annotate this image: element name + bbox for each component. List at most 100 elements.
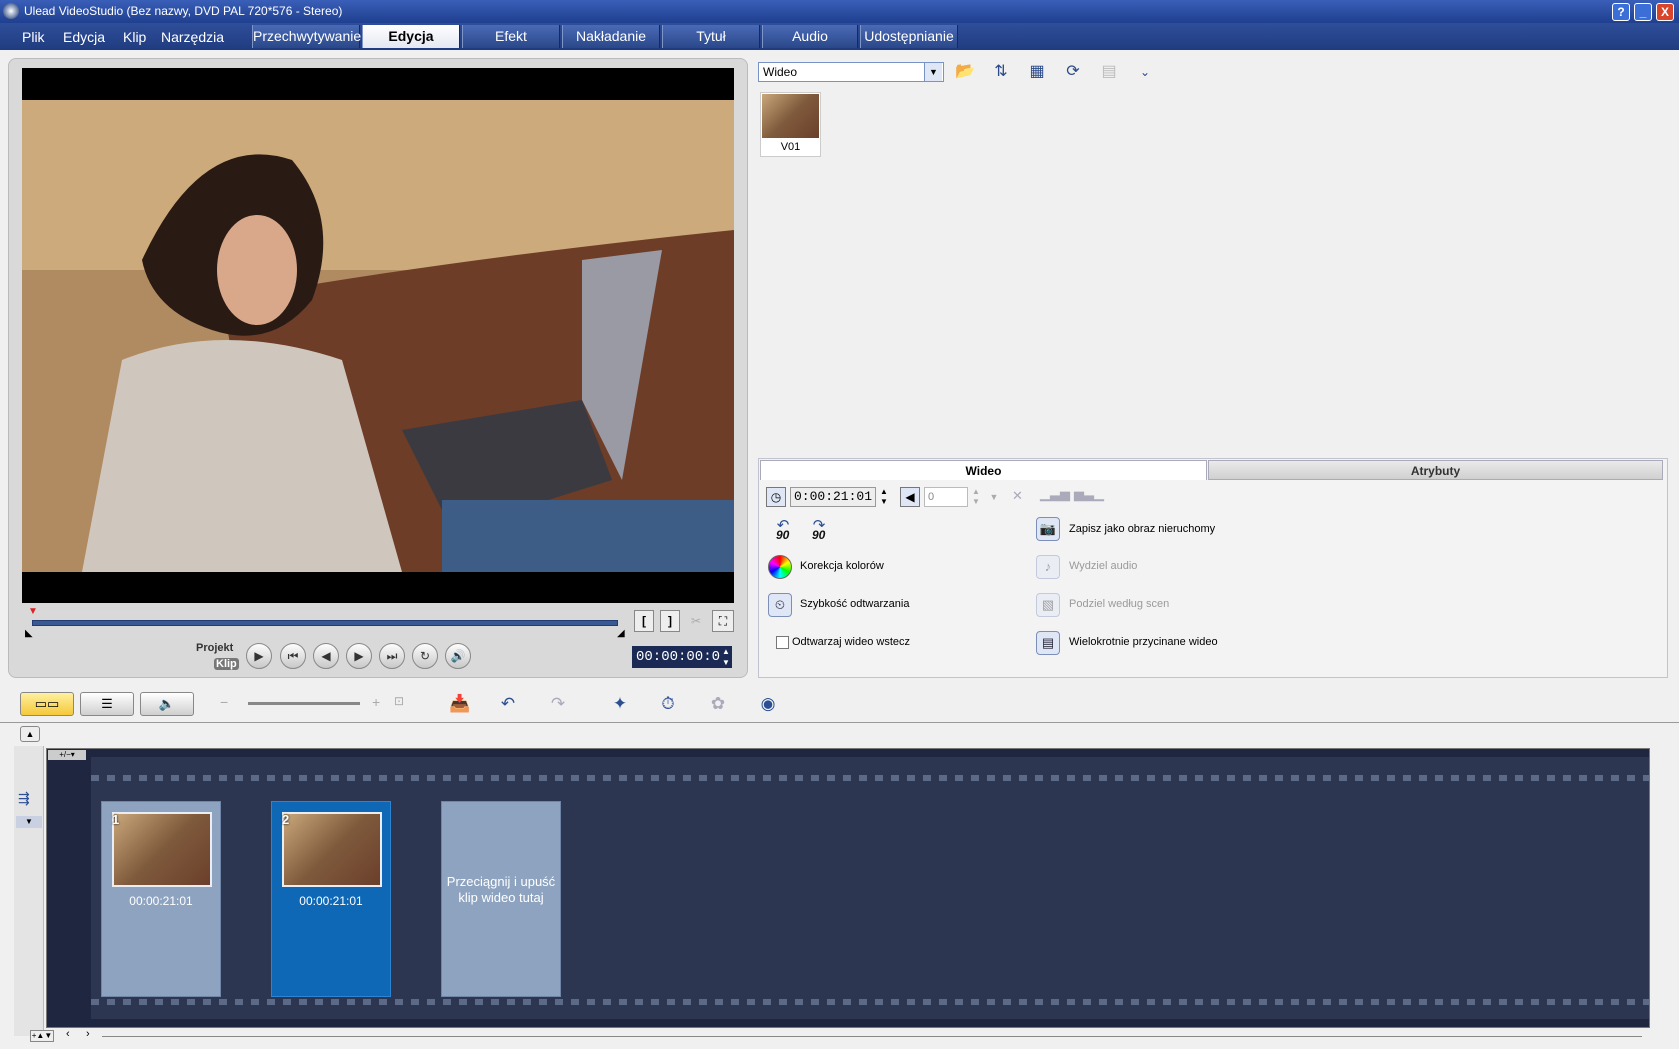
close-button[interactable]: X <box>1656 3 1674 21</box>
step-tab-effect[interactable]: Efekt <box>462 25 560 48</box>
volume-button[interactable]: 🔊 <box>445 643 471 669</box>
storyboard-view-button[interactable]: ▭▭ <box>20 692 74 716</box>
menu-plik[interactable]: Plik <box>22 29 45 45</box>
add-remove-tracks-icon[interactable]: +/−▾ <box>48 750 86 760</box>
reverse-video-label[interactable]: Odtwarzaj wideo wstecz <box>792 636 910 648</box>
redo-icon: ↷ <box>550 694 566 713</box>
volume-field[interactable]: 0 <box>924 487 968 507</box>
smart-proxy-icon[interactable]: ✦ <box>606 690 634 718</box>
audio-view-button[interactable]: 🔈 <box>140 692 194 716</box>
library-view-icon[interactable]: ▦ <box>1024 60 1050 84</box>
insert-media-icon[interactable]: 📥 <box>446 690 474 718</box>
previous-frame-button[interactable]: ◀ <box>313 643 339 669</box>
storyboard-clip[interactable]: 1 00:00:21:01 <box>101 801 221 997</box>
zoom-in-icon[interactable]: + <box>372 694 380 710</box>
menu-narzedzia[interactable]: Narzędzia <box>161 29 224 45</box>
home-button[interactable]: ⏮ <box>280 643 306 669</box>
zoom-slider[interactable] <box>248 702 360 705</box>
clip-duration: 00:00:21:01 <box>129 894 193 908</box>
video-frame-image <box>22 100 734 572</box>
volume-spinner[interactable]: ▲ ▼ <box>970 487 982 507</box>
tab-video[interactable]: Wideo <box>760 460 1207 480</box>
timecode-spinner[interactable]: ▲ ▼ <box>720 646 732 668</box>
playhead-marker[interactable]: ▼ <box>28 606 38 617</box>
chevron-down-icon[interactable]: ▼ <box>986 487 1002 507</box>
fullscreen-icon[interactable]: ⛶ <box>712 610 734 632</box>
playback-speed-label[interactable]: Szybkość odtwarzania <box>800 598 909 610</box>
window-title: Ulead VideoStudio (Bez nazwy, DVD PAL 72… <box>24 4 343 18</box>
storyboard-clip-selected[interactable]: 2 00:00:21:01 <box>271 801 391 997</box>
preview-screen[interactable] <box>22 68 734 603</box>
mute-icon: ✕ <box>1012 488 1023 503</box>
library-item[interactable]: V01 <box>760 92 821 157</box>
speed-icon[interactable]: ⏲ <box>768 593 792 617</box>
menu-klip[interactable]: Klip <box>123 29 146 45</box>
clip-thumbnail <box>282 812 382 887</box>
clip-number: 2 <box>282 812 290 827</box>
undo-icon[interactable]: ↶ <box>494 690 522 718</box>
rotate-right-icon[interactable]: ↷ 90 <box>804 516 834 544</box>
mark-out-button[interactable]: ] <box>660 610 680 632</box>
next-frame-button[interactable]: ▶ <box>346 643 372 669</box>
mark-in-button[interactable]: [ <box>634 610 654 632</box>
sort-icon[interactable]: ⇅ <box>988 60 1014 84</box>
minimize-button[interactable]: _ <box>1634 3 1652 21</box>
track-icon[interactable]: ⇶ <box>18 790 30 807</box>
trim-start-handle[interactable]: ◣ <box>25 628 33 639</box>
play-button[interactable]: ▶ <box>246 643 272 669</box>
multi-trim-label[interactable]: Wielokrotnie przycinane wideo <box>1069 636 1218 648</box>
color-correction-label[interactable]: Korekcja kolorów <box>800 560 884 572</box>
fade-in-icon: ▁▃▅ <box>1040 486 1070 501</box>
clock-icon: ◷ <box>766 487 786 507</box>
timeline-side-panel: ⇶ ▼ <box>14 746 44 1036</box>
surround-sound-icon[interactable]: ◉ <box>754 690 782 718</box>
mode-clip-label[interactable]: Klip <box>214 658 239 670</box>
horizontal-scrollbar[interactable] <box>102 1036 1642 1037</box>
step-tab-edit[interactable]: Edycja <box>362 25 460 48</box>
expand-options-icon[interactable]: ⌄ <box>1132 60 1158 84</box>
step-tab-overlay[interactable]: Nakładanie <box>562 25 660 48</box>
collapse-icon[interactable]: ▲ <box>20 726 40 742</box>
chevron-down-icon[interactable]: ▼ <box>924 63 942 81</box>
chapter-icon: ✿ <box>710 694 726 713</box>
drop-zone[interactable]: Przeciągnij i upuść klip wideo tutaj <box>441 801 561 997</box>
zoom-out-icon[interactable]: − <box>220 694 228 710</box>
fit-icon[interactable]: ⊡ <box>394 694 404 708</box>
color-wheel-icon[interactable] <box>768 555 792 579</box>
speaker-icon[interactable]: ◀ <box>900 487 920 507</box>
rotate-left-label: 90 <box>776 528 790 542</box>
camera-icon[interactable]: 📷 <box>1036 517 1060 541</box>
save-still-label[interactable]: Zapisz jako obraz nieruchomy <box>1069 523 1215 535</box>
library-item-thumbnail <box>762 94 819 138</box>
scroll-right-icon[interactable]: › <box>86 1028 90 1040</box>
fade-out-icon: ▅▃▁ <box>1074 486 1104 501</box>
mode-project-label[interactable]: Projekt <box>196 642 233 654</box>
library-manager-icon[interactable]: ⟳ <box>1060 60 1086 84</box>
scissors-icon[interactable]: ✂ <box>686 610 706 632</box>
repeat-button[interactable]: ↻ <box>412 643 438 669</box>
trim-end-handle[interactable]: ◢ <box>617 628 625 639</box>
reverse-video-checkbox[interactable] <box>776 636 789 649</box>
track-manager-icon[interactable]: ⏱ <box>654 690 682 718</box>
step-tab-audio[interactable]: Audio <box>762 25 858 48</box>
split-audio-label: Wydziel audio <box>1069 560 1138 572</box>
step-tab-share[interactable]: Udostępnianie <box>860 25 958 48</box>
library-category-select[interactable]: Wideo <box>758 62 944 82</box>
tab-attributes[interactable]: Atrybuty <box>1208 460 1663 480</box>
step-tab-title[interactable]: Tytuł <box>662 25 760 48</box>
scrub-track[interactable] <box>32 620 618 626</box>
rotate-left-icon[interactable]: ↶ 90 <box>768 516 798 544</box>
multi-trim-icon[interactable]: ▤ <box>1036 631 1060 655</box>
end-button[interactable]: ⏭ <box>379 643 405 669</box>
timeline-view-button[interactable]: ☰ <box>80 692 134 716</box>
duration-field[interactable]: 0:00:21:01 <box>790 487 876 507</box>
help-button[interactable]: ? <box>1612 3 1630 21</box>
menu-edycja[interactable]: Edycja <box>63 29 105 45</box>
add-to-timeline-icon[interactable]: +▲▼ <box>30 1030 54 1042</box>
timecode-display[interactable]: 00:00:00:00 <box>632 646 732 668</box>
folder-open-icon[interactable]: 📂 <box>952 60 978 84</box>
duration-spinner[interactable]: ▲ ▼ <box>878 487 890 507</box>
scroll-left-icon[interactable]: ‹ <box>66 1028 70 1040</box>
step-tab-capture[interactable]: Przechwytywanie <box>252 25 361 48</box>
chevron-down-icon[interactable]: ▼ <box>16 816 42 828</box>
